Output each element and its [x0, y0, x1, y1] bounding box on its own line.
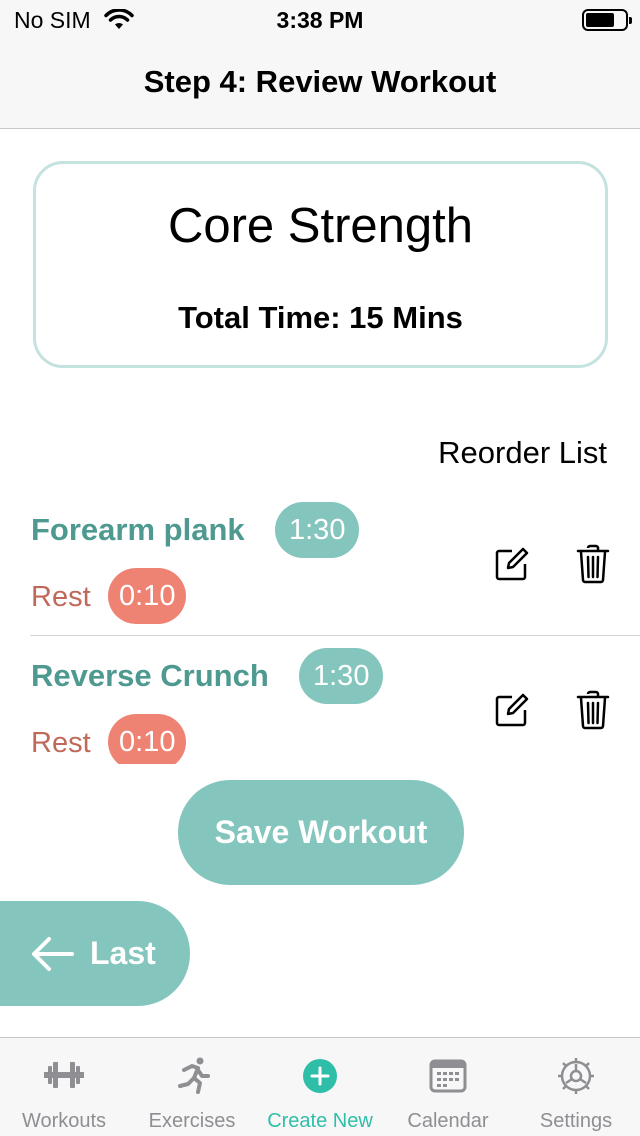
tab-label: Workouts	[21, 1110, 107, 1132]
gear-icon	[556, 1056, 596, 1096]
rest-duration-badge: 0:10	[108, 568, 187, 624]
tab-settings[interactable]: Settings	[512, 1038, 640, 1136]
list-item: Forearm plank 1:30 Rest 0:10	[30, 490, 640, 636]
exercise-name: Forearm plank	[31, 512, 245, 547]
navigation-bar: Step 4: Review Workout	[0, 40, 640, 129]
tab-label: Settings	[539, 1110, 613, 1132]
tab-workouts[interactable]: Workouts	[0, 1038, 128, 1136]
page-title: Step 4: Review Workout	[143, 64, 497, 99]
exercise-duration-badge: 1:30	[275, 502, 360, 558]
rest-label: Rest	[31, 581, 91, 613]
save-workout-button[interactable]: Save Workout	[178, 780, 464, 885]
running-person-icon	[172, 1056, 212, 1096]
tab-bar: Workouts Exercises Create New Calendar S…	[0, 1037, 640, 1136]
tab-label: Exercises	[148, 1110, 236, 1132]
tab-calendar[interactable]: Calendar	[384, 1038, 512, 1136]
clock-time: 3:38 PM	[276, 7, 364, 33]
last-button-label: Last	[90, 935, 156, 971]
exercise-list[interactable]: Forearm plank 1:30 Rest 0:10 Reverse Cru…	[0, 490, 640, 764]
tab-label: Calendar	[407, 1110, 489, 1132]
battery-icon	[582, 9, 632, 31]
trash-icon[interactable]	[576, 690, 610, 730]
exercise-name: Reverse Crunch	[31, 658, 269, 693]
edit-icon[interactable]	[494, 546, 530, 582]
last-step-button[interactable]: Last	[0, 901, 190, 1006]
workout-name: Core Strength	[167, 199, 474, 253]
arrow-left-icon	[30, 935, 74, 981]
edit-icon[interactable]	[494, 692, 530, 728]
plus-circle-icon	[300, 1056, 340, 1096]
rest-duration-badge: 0:10	[108, 714, 187, 764]
reorder-list-button[interactable]: Reorder List	[438, 435, 607, 471]
calendar-icon	[428, 1056, 468, 1096]
dumbbell-icon	[44, 1056, 84, 1096]
exercise-duration-badge: 1:30	[299, 648, 384, 704]
workout-summary-card: Core Strength Total Time: 15 Mins	[33, 161, 608, 368]
status-bar: No SIM 3:38 PM	[0, 0, 640, 40]
list-item: Reverse Crunch 1:30 Rest 0:10	[0, 636, 640, 764]
total-time: Total Time: 15 Mins	[178, 300, 463, 335]
tab-exercises[interactable]: Exercises	[128, 1038, 256, 1136]
tab-label: Create New	[267, 1110, 373, 1132]
rest-label: Rest	[31, 727, 91, 759]
trash-icon[interactable]	[576, 544, 610, 584]
tab-create-new[interactable]: Create New	[256, 1038, 384, 1136]
